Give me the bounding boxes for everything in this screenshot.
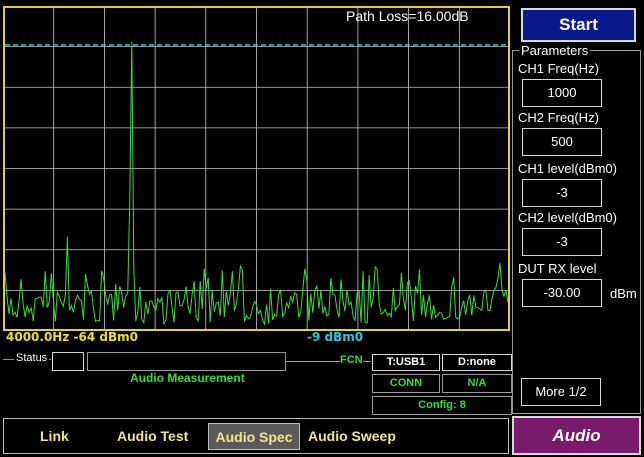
ch1-freq-label: CH1 Freq(Hz) <box>518 61 599 76</box>
ch2-freq-input[interactable]: 500 <box>522 128 602 156</box>
na-cell: N/A <box>442 374 512 393</box>
tab-audio-spec[interactable]: Audio Spec <box>208 423 300 450</box>
parameters-title: Parameters <box>519 43 591 58</box>
ch2-level-input[interactable]: -3 <box>522 228 602 256</box>
fcn-connector <box>363 361 371 362</box>
config-cell: Config: 8 <box>372 396 512 415</box>
connection-cell: CONN <box>372 374 440 393</box>
status-label: Status <box>14 352 50 364</box>
start-button[interactable]: Start <box>521 8 636 42</box>
dut-rx-level-unit: dBm <box>610 286 637 301</box>
ch1-freq-input[interactable]: 1000 <box>522 79 602 107</box>
status-message-box <box>87 352 286 371</box>
device-cell: D:none <box>442 354 512 371</box>
marker-right-readout: -9 dBm0 <box>307 330 364 344</box>
tab-audio-test[interactable]: Audio Test <box>117 423 188 450</box>
tab-link[interactable]: Link <box>40 423 69 450</box>
measurement-label: Audio Measurement <box>130 371 245 385</box>
fcn-label: FCN <box>340 354 363 366</box>
ch2-freq-label: CH2 Freq(Hz) <box>518 110 599 125</box>
fcn-divider <box>286 361 340 362</box>
ch2-level-label: CH2 level(dBm0) <box>518 210 617 225</box>
dut-rx-level-label: DUT RX level <box>518 261 597 276</box>
dut-rx-level-input[interactable]: -30.00 <box>522 279 602 307</box>
status-indicator <box>52 352 84 371</box>
marker-left-readout: 4000.0Hz -64 dBm0 <box>6 330 138 344</box>
ch1-level-input[interactable]: -3 <box>522 179 602 207</box>
transport-cell: T:USB1 <box>372 354 440 371</box>
ch1-level-label: CH1 level(dBm0) <box>518 161 617 176</box>
more-button[interactable]: More 1/2 <box>521 378 601 406</box>
spectrum-plot <box>3 6 510 331</box>
tab-audio-sweep[interactable]: Audio Sweep <box>308 423 396 450</box>
audio-mode-button[interactable]: Audio <box>512 416 641 455</box>
path-loss-readout: Path Loss=16.00dB <box>346 8 469 24</box>
